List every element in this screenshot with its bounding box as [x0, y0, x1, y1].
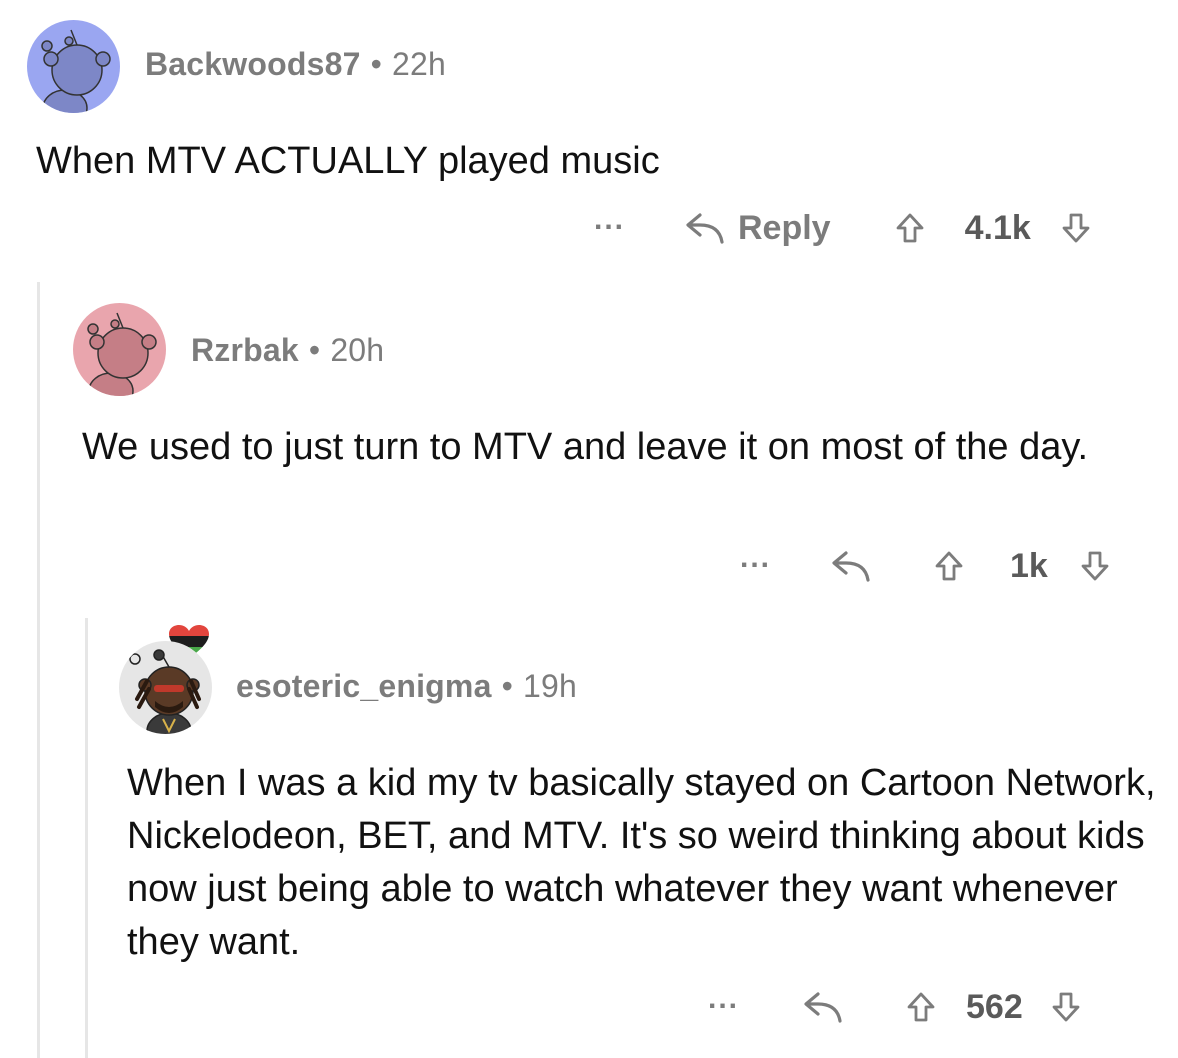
- vote-score: 562: [966, 987, 1023, 1026]
- timestamp[interactable]: 20h: [330, 332, 384, 368]
- avatar[interactable]: [119, 641, 212, 734]
- more-options-button[interactable]: ...: [740, 543, 790, 573]
- reply-button[interactable]: [800, 989, 846, 1025]
- avatar[interactable]: [27, 20, 120, 113]
- upvote-arrow-icon: [906, 991, 936, 1023]
- reply-arrow-icon: [800, 989, 846, 1025]
- avatar[interactable]: [73, 303, 166, 396]
- downvote-button[interactable]: [1051, 991, 1081, 1023]
- reply-button[interactable]: [828, 548, 874, 584]
- upvote-button[interactable]: [934, 550, 964, 582]
- reply-arrow-icon: [828, 548, 874, 584]
- meta-separator: •: [308, 332, 321, 368]
- more-options-button[interactable]: ...: [594, 205, 644, 235]
- snoo-avatar-icon: [87, 312, 157, 396]
- username[interactable]: Backwoods87: [145, 46, 361, 82]
- comment-meta: esoteric_enigma • 19h: [236, 668, 577, 705]
- thread-line-level-2[interactable]: [85, 618, 88, 1058]
- comment-meta: Rzrbak • 20h: [191, 332, 384, 369]
- upvote-arrow-icon: [895, 212, 925, 244]
- downvote-button[interactable]: [1080, 550, 1110, 582]
- username[interactable]: esoteric_enigma: [236, 668, 492, 704]
- thread-line-level-1[interactable]: [37, 282, 40, 1058]
- comment-actions: ... 562: [708, 984, 1081, 1029]
- meta-separator: •: [501, 668, 513, 704]
- comment-body: We used to just turn to MTV and leave it…: [82, 426, 1089, 468]
- snoo-avatar-icon: [41, 29, 111, 113]
- comment-actions: ... Reply 4.1k: [594, 205, 1091, 250]
- downvote-button[interactable]: [1061, 212, 1091, 244]
- more-options-button[interactable]: ...: [708, 984, 758, 1014]
- meta-separator: •: [370, 46, 383, 82]
- reply-label: Reply: [738, 208, 831, 247]
- vote-score: 1k: [1010, 546, 1048, 585]
- downvote-arrow-icon: [1051, 991, 1081, 1023]
- username[interactable]: Rzrbak: [191, 332, 299, 368]
- comment-body: When I was a kid my tv basically stayed …: [127, 762, 1156, 963]
- downvote-arrow-icon: [1080, 550, 1110, 582]
- timestamp[interactable]: 19h: [523, 668, 577, 704]
- comment-actions: ... 1k: [740, 543, 1110, 588]
- downvote-arrow-icon: [1061, 212, 1091, 244]
- reply-arrow-icon: [682, 210, 728, 246]
- reply-button[interactable]: Reply: [682, 209, 831, 248]
- upvote-button[interactable]: [906, 991, 936, 1023]
- comment-meta: Backwoods87 • 22h: [145, 46, 446, 83]
- upvote-button[interactable]: [895, 212, 925, 244]
- timestamp[interactable]: 22h: [392, 46, 446, 82]
- snoo-avatar-icon: [129, 649, 201, 734]
- upvote-arrow-icon: [934, 550, 964, 582]
- comment-body: When MTV ACTUALLY played music: [36, 140, 660, 182]
- vote-score: 4.1k: [964, 208, 1031, 247]
